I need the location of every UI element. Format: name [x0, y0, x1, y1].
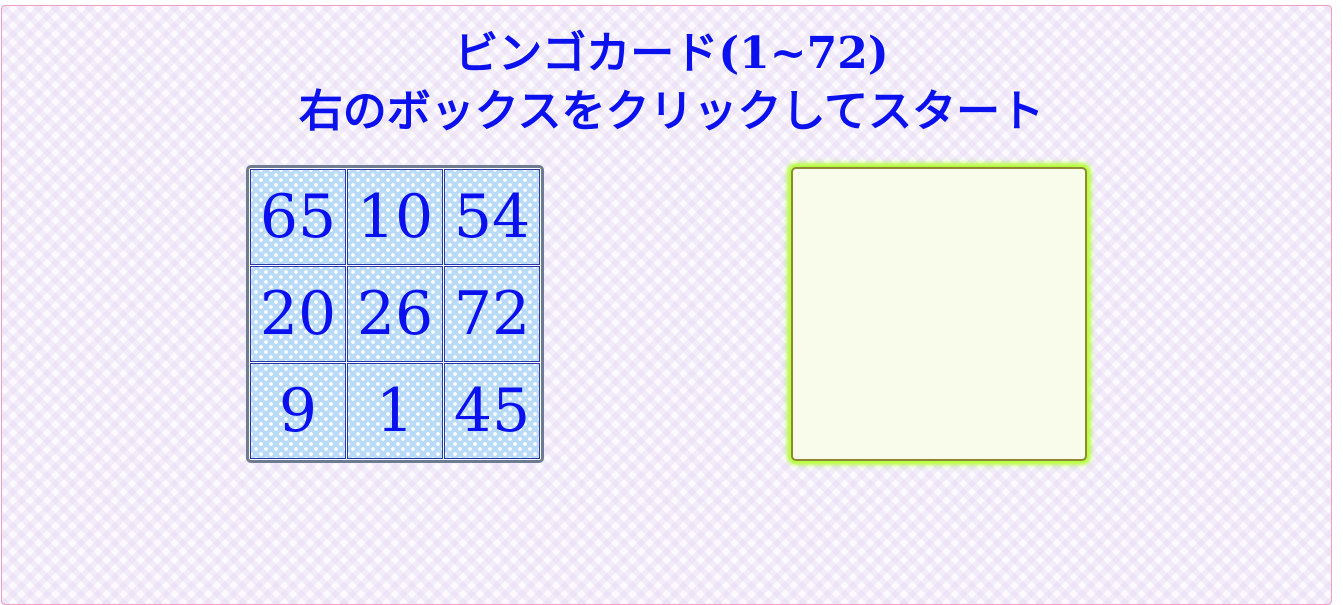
bingo-cell[interactable]: 20	[250, 266, 346, 362]
bingo-cell[interactable]: 54	[444, 169, 540, 265]
bingo-cell[interactable]: 10	[347, 169, 443, 265]
bingo-cell[interactable]: 9	[250, 363, 346, 459]
bingo-cell[interactable]: 45	[444, 363, 540, 459]
bingo-cell[interactable]: 65	[250, 169, 346, 265]
bingo-card: 65 10 54 20 26 72 9 1 45	[246, 165, 544, 463]
start-instruction: 右のボックスをクリックしてスタート	[298, 86, 1045, 137]
page-title-range: (1~72)	[718, 28, 889, 79]
start-box[interactable]	[791, 167, 1087, 461]
bingo-cell[interactable]: 72	[444, 266, 540, 362]
bingo-cell[interactable]: 1	[347, 363, 443, 459]
bingo-cell[interactable]: 26	[347, 266, 443, 362]
page-title: ビンゴカード(1~72)	[0, 32, 1343, 76]
page-title-main: ビンゴカード	[454, 28, 719, 79]
